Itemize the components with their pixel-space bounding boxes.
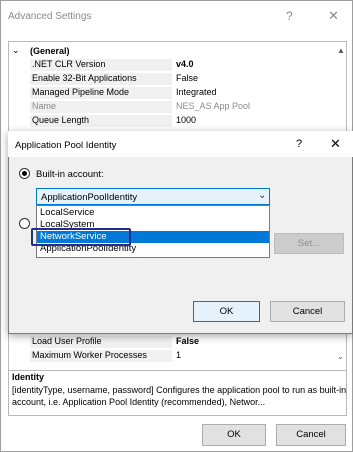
- collapse-chevron-icon[interactable]: ⌄: [12, 45, 20, 56]
- close-button[interactable]: ✕: [328, 8, 339, 24]
- property-name: Load User Profile: [30, 336, 172, 348]
- description-text: [identityType, username, password] Confi…: [12, 385, 347, 407]
- property-name: Maximum Worker Processes: [30, 350, 172, 362]
- property-name: .NET CLR Version: [30, 59, 172, 71]
- property-value: NES_AS App Pool: [176, 101, 251, 111]
- ok-button[interactable]: OK: [202, 424, 266, 446]
- property-row[interactable]: Enable 32-Bit Applications False: [30, 73, 324, 85]
- dialog-title: Application Pool Identity: [15, 140, 117, 151]
- close-button[interactable]: ✕: [330, 136, 341, 152]
- property-row[interactable]: .NET CLR Version v4.0: [30, 59, 324, 71]
- dialog-title: Advanced Settings: [8, 11, 92, 22]
- help-button[interactable]: ?: [286, 9, 293, 23]
- set-button[interactable]: Set...: [274, 233, 344, 254]
- property-value: False: [176, 336, 200, 346]
- property-name: Managed Pipeline Mode: [30, 87, 172, 99]
- selection-highlight-box: [31, 228, 131, 246]
- account-select-value: ApplicationPoolIdentity: [41, 192, 138, 203]
- builtin-account-label: Built-in account:: [36, 169, 104, 180]
- scroll-down-icon[interactable]: ⌄: [337, 352, 344, 361]
- category-general[interactable]: (General): [30, 46, 70, 56]
- property-row[interactable]: Queue Length 1000: [30, 115, 324, 127]
- property-value: 1000: [176, 115, 197, 125]
- description-title: Identity: [12, 372, 45, 382]
- property-value: v4.0: [176, 59, 194, 69]
- property-name: Queue Length: [30, 115, 172, 127]
- property-value: Integrated: [176, 87, 217, 97]
- scroll-up-icon[interactable]: ▲: [337, 46, 345, 55]
- property-value: 1: [176, 350, 182, 360]
- help-button[interactable]: ?: [296, 138, 302, 150]
- property-row[interactable]: Managed Pipeline Mode Integrated: [30, 87, 324, 99]
- property-name: Name: [30, 101, 172, 113]
- custom-account-radio[interactable]: [19, 218, 30, 229]
- cancel-button[interactable]: Cancel: [276, 424, 346, 446]
- dropdown-option-localservice[interactable]: LocalService: [37, 207, 269, 219]
- ok-button[interactable]: OK: [193, 301, 260, 322]
- cancel-button[interactable]: Cancel: [270, 301, 345, 322]
- property-name: Enable 32-Bit Applications: [30, 73, 172, 85]
- property-row[interactable]: Maximum Worker Processes 1: [30, 350, 324, 362]
- property-row[interactable]: Load User Profile False: [30, 336, 324, 348]
- chevron-down-icon[interactable]: ⌄: [258, 190, 266, 201]
- builtin-account-radio[interactable]: [19, 168, 30, 179]
- property-value: False: [176, 73, 199, 83]
- property-row[interactable]: Name NES_AS App Pool: [30, 101, 324, 113]
